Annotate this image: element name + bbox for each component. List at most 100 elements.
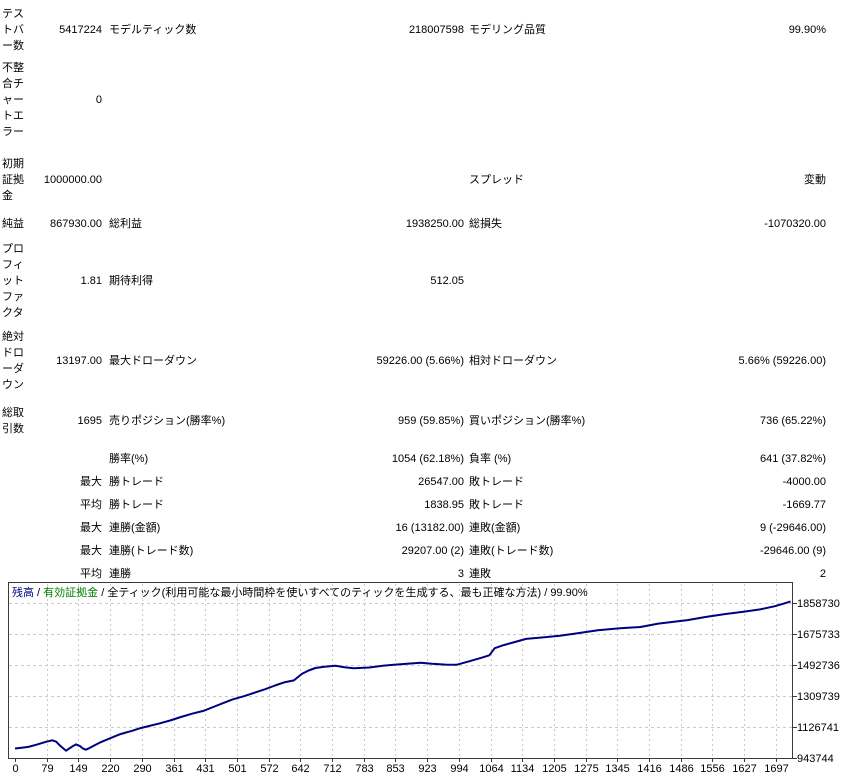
- x-axis-tick-label: 149: [69, 763, 88, 775]
- x-axis-tick-label: 220: [101, 763, 120, 775]
- report-value: 16 (13182.00): [395, 521, 465, 534]
- report-label: 売りポジション(勝率%): [109, 415, 226, 427]
- chart-legend: 残高 / 有効証拠金 / 全ティック(利用可能な最小時間枠を使いすべてのティック…: [12, 584, 588, 600]
- legend-separator: /: [34, 587, 44, 599]
- x-axis-tick-label: 783: [355, 763, 374, 775]
- report-value: -4000.00: [782, 475, 826, 488]
- report-value: 5417224: [59, 24, 102, 36]
- report-row: 総取引数 1695 売りポジション(勝率%) 959 (59.85%) 買いポジション(…: [2, 405, 842, 437]
- report-row: 絶対ドローダウン 13197.00 最大ドローダウン 59226.00 (5.66%)…: [2, 329, 842, 393]
- report-label: 総利益: [109, 217, 142, 230]
- report-label: 絶対ドローダウン: [2, 331, 24, 391]
- balance-line: [14, 600, 791, 752]
- report-value: 736 (65.22%): [759, 415, 826, 427]
- report-label: 相対ドローダウン: [469, 355, 557, 367]
- report-row: 最大 連勝(トレード数) 29207.00 (2) 連敗(トレード数) -29646.0…: [2, 539, 842, 562]
- report-value: 218007598: [408, 24, 464, 36]
- report-value: 最大: [80, 521, 102, 534]
- report-row: 最大 勝トレード 26547.00 敗トレード -4000.00: [2, 470, 842, 493]
- report-label: 勝トレード: [109, 475, 164, 488]
- report-value: 9 (-29646.00): [759, 521, 826, 534]
- x-axis-tick-label: 1345: [605, 763, 630, 775]
- report-label: モデルティック数: [109, 24, 197, 36]
- x-axis-tick-label: 923: [418, 763, 437, 775]
- x-axis-tick-label: 290: [133, 763, 152, 775]
- report-label: 勝トレード: [109, 498, 164, 511]
- report-label: 不整合チャートエラー: [2, 62, 24, 138]
- report-label: 連敗(トレード数): [469, 544, 554, 557]
- report-value: 最大: [80, 475, 102, 488]
- modeling-quality-value: 99.90%: [550, 587, 588, 599]
- x-axis-tick-label: 1064: [479, 763, 504, 775]
- report-label: 負率 (%): [469, 452, 512, 465]
- x-axis-tick-label: 642: [291, 763, 310, 775]
- x-axis-tick-label: 1275: [574, 763, 599, 775]
- backtest-report-table: テストバー数 5417224 モデルティック数 218007598 モデリング品質 99.…: [0, 0, 842, 585]
- report-row: 勝率(%) 1054 (62.18%) 負率 (%) 641 (37.82%): [2, 447, 842, 470]
- y-axis-tick-label: 943744: [797, 752, 834, 765]
- model-description: 全ティック(利用可能な最小時間枠を使いすべてのティックを生成する、最も正確な方法…: [107, 587, 542, 599]
- report-value: 1054 (62.18%): [391, 452, 464, 465]
- report-value: 5.66% (59226.00): [738, 355, 826, 367]
- report-label: 敗トレード: [469, 475, 524, 488]
- report-value: 平均: [80, 498, 102, 511]
- report-row: 平均 勝トレード 1838.95 敗トレード -1669.77: [2, 493, 842, 516]
- y-axis-tick-label: 1309739: [797, 690, 840, 703]
- report-value: -1070320.00: [764, 217, 826, 230]
- legend-balance-label: 残高: [12, 587, 34, 599]
- report-label: モデリング品質: [469, 24, 546, 36]
- report-row: 純益 867930.00 総利益 1938250.00 総損失 -1070320.00: [2, 212, 842, 235]
- report-label: 期待利得: [109, 275, 153, 287]
- report-value: 1000000.00: [43, 174, 102, 186]
- report-label: 連勝(金額): [109, 521, 161, 534]
- report-value: 1.81: [80, 275, 102, 287]
- report-value: 1695: [77, 415, 102, 427]
- x-axis-tick-label: 0: [12, 763, 19, 775]
- x-axis-tick-label: 712: [323, 763, 342, 775]
- report-value: 0: [95, 94, 102, 106]
- report-label: スプレッド: [469, 174, 524, 186]
- x-axis-tick-label: 853: [386, 763, 405, 775]
- x-axis-tick-label: 361: [165, 763, 184, 775]
- report-value: 26547.00: [418, 475, 464, 488]
- x-axis-tick-label: 994: [450, 763, 469, 775]
- report-label: 総取引数: [2, 407, 24, 435]
- x-axis-tick-label: 501: [228, 763, 247, 775]
- report-value: 1938250.00: [405, 217, 464, 230]
- report-label: 勝率(%): [109, 452, 149, 465]
- x-axis-tick-label: 1486: [669, 763, 694, 775]
- report-value: -29646.00 (9): [759, 544, 826, 557]
- report-label: 連勝: [109, 567, 131, 580]
- report-value: 59226.00 (5.66%): [376, 355, 464, 367]
- report-value: 2: [819, 567, 826, 580]
- x-axis-tick-label: 1416: [637, 763, 662, 775]
- report-label: 初期証拠金: [2, 158, 24, 202]
- legend-separator: /: [541, 587, 551, 599]
- report-value: 1838.95: [424, 498, 464, 511]
- report-value: 641 (37.82%): [759, 452, 826, 465]
- report-label: 連敗: [469, 567, 491, 580]
- report-value: 29207.00 (2): [401, 544, 464, 557]
- x-axis-tick-label: 1205: [542, 763, 567, 775]
- y-axis-tick-label: 1126741: [797, 721, 840, 734]
- x-axis-tick-label: 572: [260, 763, 279, 775]
- report-label: テストバー数: [2, 8, 24, 52]
- report-value: 最大: [80, 544, 102, 557]
- balance-curve-plot: [8, 582, 797, 762]
- report-value: -1669.77: [782, 498, 826, 511]
- report-label: 最大ドローダウン: [109, 355, 197, 367]
- report-label: 総損失: [469, 217, 502, 230]
- y-axis-tick-label: 1858730: [797, 597, 840, 610]
- x-axis-tick-label: 1556: [700, 763, 725, 775]
- report-label: プロフィットファクタ: [2, 243, 24, 319]
- report-value: 959 (59.85%): [397, 415, 464, 427]
- report-value: 13197.00: [56, 355, 102, 367]
- legend-equity-label: 有効証拠金: [43, 587, 99, 599]
- x-axis-tick-label: 1627: [732, 763, 757, 775]
- report-row: 不整合チャートエラー 0: [2, 60, 842, 140]
- x-axis-tick-label: 1134: [510, 763, 535, 775]
- report-label: 敗トレード: [469, 498, 524, 511]
- legend-separator: /: [98, 587, 108, 599]
- y-axis-tick-label: 1492736: [797, 659, 840, 672]
- y-axis-tick-label: 1675733: [797, 628, 840, 641]
